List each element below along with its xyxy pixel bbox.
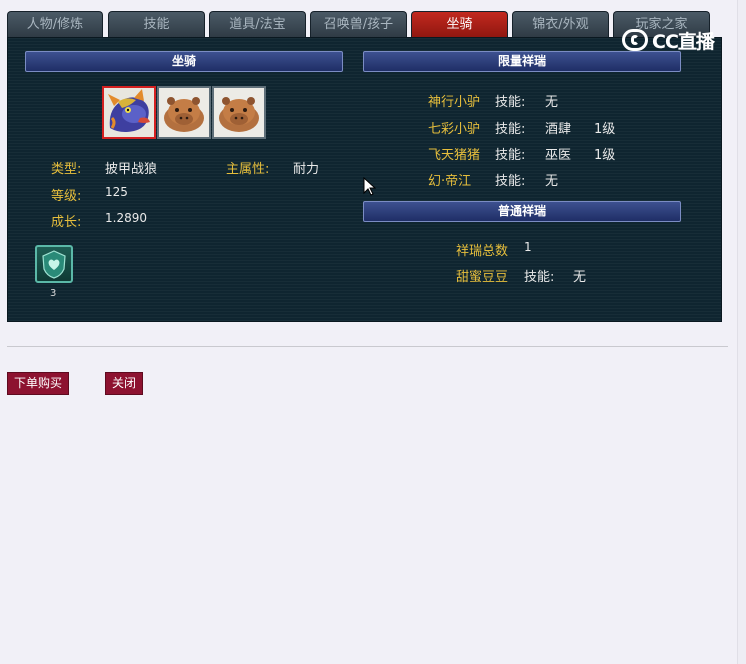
total-value: 1 bbox=[524, 240, 532, 254]
tab-character[interactable]: 人物/修炼 bbox=[7, 11, 103, 37]
limited-skill-value: 无 bbox=[545, 95, 559, 110]
cc-logo-icon bbox=[622, 29, 648, 51]
limited-skill-label: 技能: bbox=[495, 148, 526, 163]
limited-skill-level: 1级 bbox=[594, 148, 616, 163]
mouse-pointer-icon bbox=[363, 177, 376, 196]
limited-skill-value: 酒肆 bbox=[545, 122, 572, 137]
tab-mount[interactable]: 坐骑 bbox=[411, 11, 508, 37]
limited-skill-label: 技能: bbox=[495, 122, 526, 137]
limited-header: 限量祥瑞 bbox=[363, 51, 681, 72]
total-label: 祥瑞总数 bbox=[456, 244, 509, 259]
normal-skill-label: 技能: bbox=[524, 270, 555, 285]
limited-item-name: 幻·帝江 bbox=[428, 174, 472, 189]
buy-button[interactable]: 下单购买 bbox=[7, 372, 70, 395]
capybara-portrait-icon bbox=[159, 88, 209, 137]
cc-logo-text: CC直播 bbox=[652, 30, 715, 53]
limited-item-name: 飞天猪猪 bbox=[428, 148, 481, 163]
tab-summons[interactable]: 召唤兽/孩子 bbox=[310, 11, 407, 37]
limited-skill-level: 1级 bbox=[594, 122, 616, 137]
limited-skill-label: 技能: bbox=[495, 174, 526, 189]
heart-shield-icon bbox=[42, 250, 66, 279]
normal-skill-value: 无 bbox=[573, 270, 587, 285]
mount-equip-slot[interactable] bbox=[35, 245, 73, 283]
mount-portrait-capybara-2[interactable] bbox=[212, 86, 266, 139]
mount-portrait-dragon[interactable] bbox=[102, 86, 156, 139]
scrollbar[interactable] bbox=[737, 0, 746, 664]
type-value: 披甲战狼 bbox=[105, 162, 158, 177]
tab-outfits[interactable]: 锦衣/外观 bbox=[512, 11, 609, 37]
close-button[interactable]: 关闭 bbox=[105, 372, 144, 395]
normal-header: 普通祥瑞 bbox=[363, 201, 681, 222]
limited-skill-value: 巫医 bbox=[545, 148, 572, 163]
cc-live-logo: CC直播 bbox=[622, 26, 715, 54]
capybara-portrait-icon bbox=[214, 88, 264, 137]
tab-items[interactable]: 道具/法宝 bbox=[209, 11, 306, 37]
main-attr-label: 主属性: bbox=[226, 162, 270, 177]
level-label: 等级: bbox=[51, 189, 82, 204]
mount-portrait-capybara-1[interactable] bbox=[157, 86, 211, 139]
growth-value: 1.2890 bbox=[105, 211, 147, 225]
growth-label: 成长: bbox=[51, 215, 82, 230]
type-label: 类型: bbox=[51, 162, 82, 177]
dragon-portrait-icon bbox=[104, 88, 154, 137]
mount-header: 坐骑 bbox=[25, 51, 343, 72]
equip-count: 3 bbox=[50, 288, 57, 299]
divider bbox=[7, 346, 728, 347]
main-attr-value: 耐力 bbox=[293, 162, 320, 177]
tab-skills[interactable]: 技能 bbox=[108, 11, 205, 37]
limited-skill-label: 技能: bbox=[495, 95, 526, 110]
normal-item-name: 甜蜜豆豆 bbox=[456, 270, 509, 285]
limited-skill-value: 无 bbox=[545, 174, 559, 189]
limited-item-name: 神行小驴 bbox=[428, 95, 481, 110]
level-value: 125 bbox=[105, 185, 128, 199]
limited-item-name: 七彩小驴 bbox=[428, 122, 481, 137]
tab-bar: 人物/修炼 技能 道具/法宝 召唤兽/孩子 坐骑 锦衣/外观 玩家之家 bbox=[7, 11, 722, 37]
